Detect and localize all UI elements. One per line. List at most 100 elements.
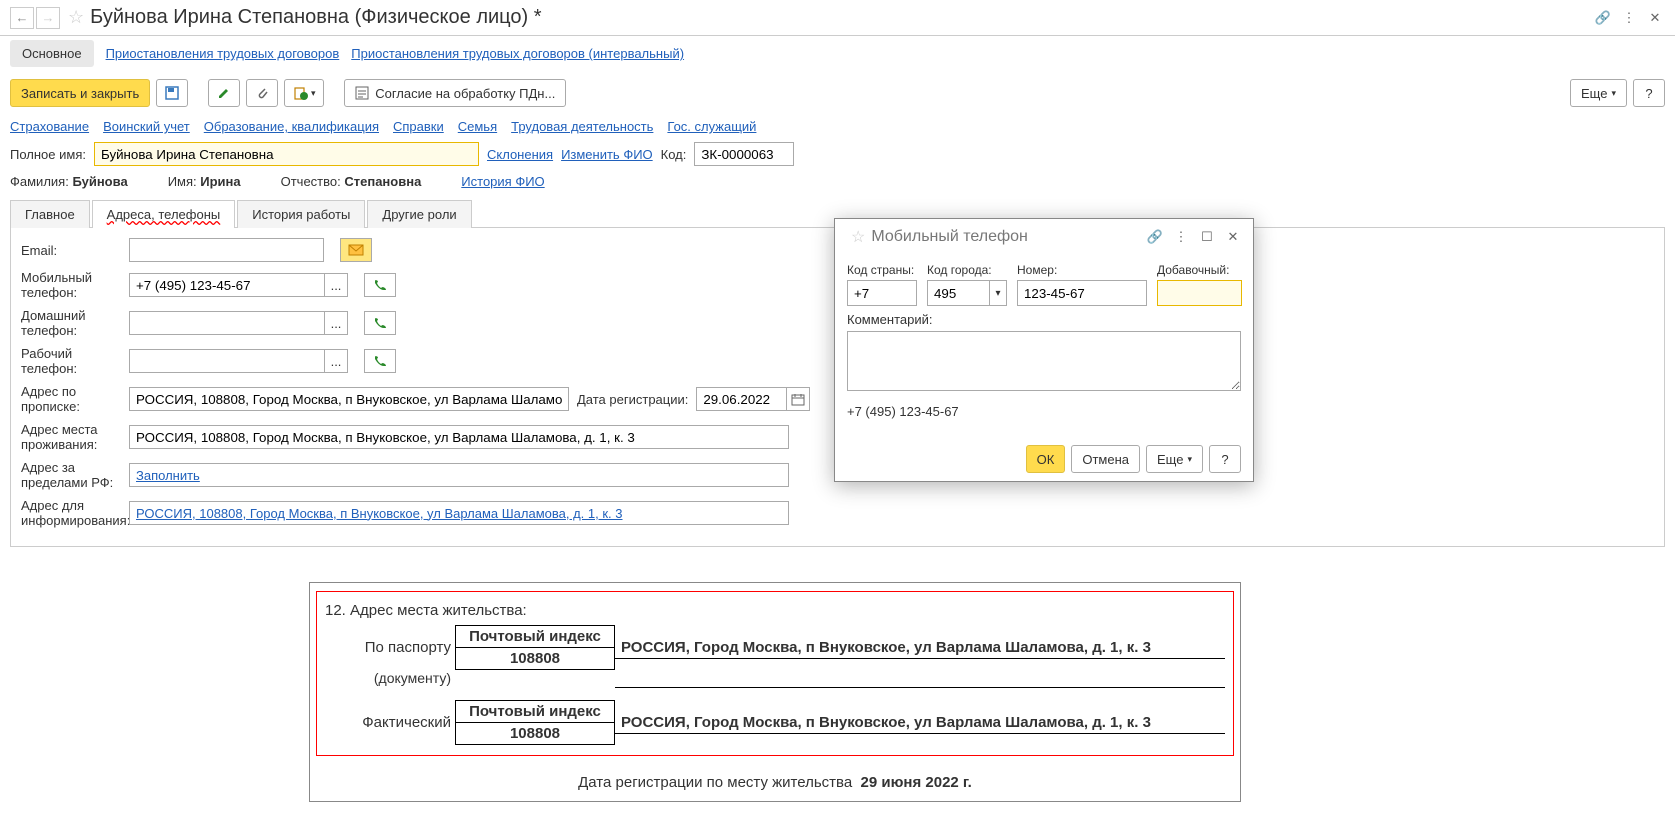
fill-link[interactable]: Заполнить [136,468,200,483]
inner-tab-other[interactable]: Другие роли [367,200,471,228]
firstname-value: Ирина [200,174,240,189]
dialog-title: Мобильный телефон [871,228,1139,246]
lastname-value: Буйнова [72,174,127,189]
t2-actual-address: РОССИЯ, Город Москва, п Внуковское, ул В… [615,712,1225,734]
live-addr-label: Адрес места проживания: [21,422,121,452]
help-button[interactable]: ? [1633,79,1665,107]
home-call-button[interactable] [364,311,396,335]
create-based-button[interactable]: ▾ [284,79,324,107]
close-icon[interactable]: ✕ [1645,8,1665,28]
t2-idx-value-1: 108808 [455,647,615,670]
midname-label: Отчество: [281,174,341,189]
midname-value: Степановна [344,174,421,189]
link-work[interactable]: Трудовая деятельность [511,119,653,134]
work-label: Рабочий телефон: [21,346,121,376]
mobile-call-button[interactable] [364,273,396,297]
reg-date-label: Дата регистрации: [577,392,688,407]
abroad-addr-label: Адрес за пределами РФ: [21,460,121,490]
nav-forward-button[interactable]: → [36,7,60,29]
comment-label: Комментарий: [847,312,933,327]
mobile-expand-button[interactable]: ... [324,273,348,297]
info-addr-input[interactable]: РОССИЯ, 108808, Город Москва, п Внуковск… [129,501,789,525]
t2-date-label: Дата регистрации по месту жительства [578,774,852,791]
inner-tab-main[interactable]: Главное [10,200,90,228]
link-education[interactable]: Образование, квалификация [204,119,379,134]
save-button[interactable] [156,79,188,107]
dialog-more-icon[interactable]: ⋮ [1171,227,1191,247]
city-code-label: Код города: [927,263,1007,277]
dialog-more-button[interactable]: Еще ▾ [1146,445,1203,473]
work-input[interactable] [129,349,324,373]
country-code-label: Код страны: [847,263,917,277]
live-addr-input[interactable] [129,425,789,449]
reg-addr-label: Адрес по прописке: [21,384,121,414]
code-input[interactable] [694,142,794,166]
country-code-input[interactable] [847,280,917,306]
dialog-help-button[interactable]: ? [1209,445,1241,473]
link-icon[interactable]: 🔗 [1593,8,1613,28]
consent-button[interactable]: Согласие на обработку ПДн... [344,79,566,107]
favorite-star-icon[interactable]: ☆ [68,7,84,28]
mobile-phone-dialog: ☆ Мобильный телефон 🔗 ⋮ ☐ ✕ Код страны: … [834,218,1254,482]
window-title: Буйнова Ирина Степановна (Физическое лиц… [90,6,1587,29]
t2-form-overlay: 12. Адрес места жительства: По паспорту … [309,582,1241,802]
link-refs[interactable]: Справки [393,119,444,134]
home-input[interactable] [129,311,324,335]
t2-idx-value-2: 108808 [455,722,615,745]
lastname-label: Фамилия: [10,174,69,189]
email-input[interactable] [129,238,324,262]
inner-tab-addresses[interactable]: Адреса, телефоны [92,200,236,228]
email-label: Email: [21,243,121,258]
comment-input[interactable] [847,331,1241,391]
declensions-link[interactable]: Склонения [487,147,553,162]
dialog-cancel-button[interactable]: Отмена [1071,445,1140,473]
nav-back-button[interactable]: ← [10,7,34,29]
t2-date-value: 29 июня 2022 г. [861,774,972,791]
info-addr-label: Адрес для информирования: [21,498,121,528]
link-gov[interactable]: Гос. служащий [667,119,756,134]
fio-history-link[interactable]: История ФИО [461,174,544,189]
send-email-button[interactable] [340,238,372,262]
dialog-link-icon[interactable]: 🔗 [1145,227,1165,247]
number-input[interactable] [1017,280,1147,306]
attach-button[interactable] [246,79,278,107]
work-expand-button[interactable]: ... [324,349,348,373]
tab-suspensions[interactable]: Приостановления трудовых договоров [106,46,340,61]
dialog-ok-button[interactable]: ОК [1026,445,1066,473]
tab-suspensions-interval[interactable]: Приостановления трудовых договоров (инте… [351,46,684,61]
mobile-input[interactable] [129,273,324,297]
inner-tab-history[interactable]: История работы [237,200,365,228]
home-label: Домашний телефон: [21,308,121,338]
t2-idx-header-2: Почтовый индекс [455,700,615,722]
home-expand-button[interactable]: ... [324,311,348,335]
fullname-label: Полное имя: [10,147,86,162]
number-label: Номер: [1017,263,1147,277]
phone-preview: +7 (495) 123-45-67 [847,404,1241,419]
dialog-maximize-icon[interactable]: ☐ [1197,227,1217,247]
abroad-addr-input[interactable]: Заполнить [129,463,789,487]
t2-idx-header-1: Почтовый индекс [455,625,615,647]
reg-date-input[interactable] [696,387,786,411]
fullname-input[interactable] [94,142,479,166]
ext-input[interactable] [1157,280,1242,306]
city-code-dropdown[interactable]: ▾ [989,280,1007,306]
reg-addr-input[interactable] [129,387,569,411]
calendar-button[interactable] [786,387,810,411]
more-button[interactable]: Еще ▾ [1570,79,1627,107]
mobile-label: Мобильный телефон: [21,270,121,300]
firstname-label: Имя: [168,174,197,189]
more-icon[interactable]: ⋮ [1619,8,1639,28]
edit-button[interactable] [208,79,240,107]
dialog-star-icon[interactable]: ☆ [851,227,865,247]
work-call-button[interactable] [364,349,396,373]
t2-doc-label: (документу) [325,670,455,688]
change-fio-link[interactable]: Изменить ФИО [561,147,653,162]
link-insurance[interactable]: Страхование [10,119,89,134]
dialog-close-icon[interactable]: ✕ [1223,227,1243,247]
t2-actual-label: Фактический [325,714,455,731]
tab-main[interactable]: Основное [10,40,94,67]
link-family[interactable]: Семья [458,119,497,134]
city-code-input[interactable] [927,280,989,306]
save-close-button[interactable]: Записать и закрыть [10,79,150,107]
link-military[interactable]: Воинский учет [103,119,190,134]
